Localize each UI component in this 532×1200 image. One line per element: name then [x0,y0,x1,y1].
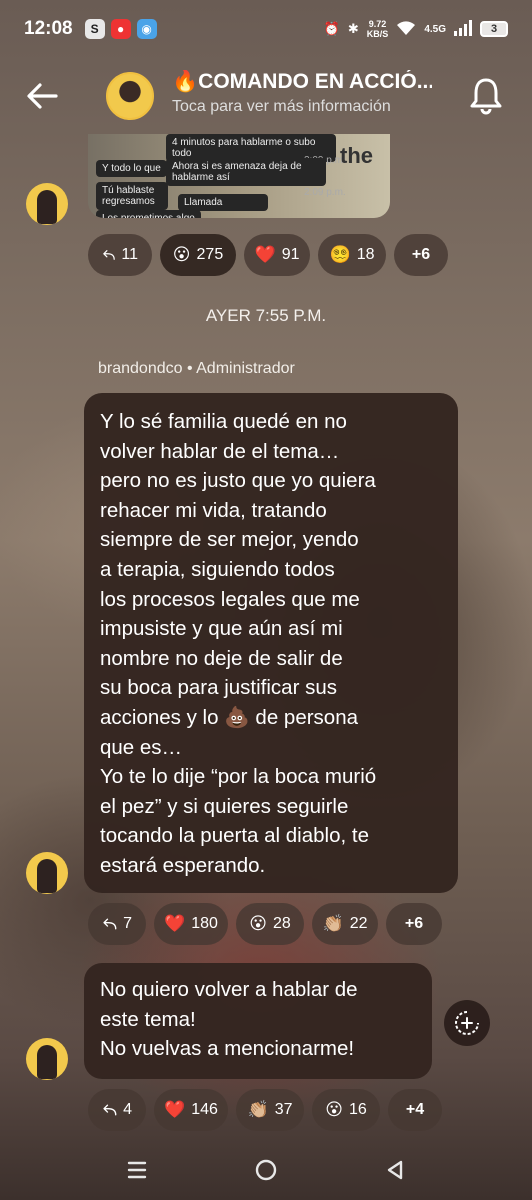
reply-count-button[interactable]: 11 [88,234,152,276]
surprised-emoji-icon: 😮 [172,245,191,264]
reaction-button[interactable]: 😮 16 [312,1089,380,1131]
dizzy-emoji-icon: 😵‍💫 [329,245,351,264]
avatar[interactable] [26,1038,68,1080]
group-avatar[interactable] [106,72,154,120]
reactions-row: 7 ❤️ 180 😮 28 👏🏼 22 +6 [88,903,442,945]
battery-icon: 3 [480,21,508,37]
wifi-icon [396,20,416,39]
add-emoji-icon [455,1011,479,1035]
message-line: estará esperando. [100,853,266,877]
reaction-button[interactable]: 😮 28 [236,903,304,945]
net-speed: 9.72 KB/S [366,19,389,39]
more-reactions-button[interactable]: +6 [386,903,442,945]
message-line: Yo te lo dije “por la boca murió [100,765,377,789]
reaction-button[interactable]: 😵‍💫 18 [318,234,386,276]
message-line: siempre de ser mejor, yendo [100,528,359,552]
status-bar: 12:08 S ● ◉ ⏰ ✱ 9.72 KB/S 4.5G 3 [0,0,532,58]
reaction-button[interactable]: ❤️ 180 [154,903,228,945]
image-message[interactable]: 4 minutos para hablarme o subo todo 2:09… [88,134,390,218]
surprised-emoji-icon: 😮 [249,914,267,933]
message-bubble[interactable]: Y lo sé familia quedé en no volver habla… [84,393,458,893]
message-line: No vuelvas a mencionarme! [100,1037,355,1061]
back-arrow-icon[interactable] [22,76,62,116]
chat-title[interactable]: 🔥COMANDO EN ACCIÓ... [172,70,432,94]
image-text: Ahora si es amenaza deja de hablarme así [166,158,326,186]
message-line: pero no es justo que yo quiera [100,469,376,493]
back-triangle-icon[interactable] [384,1159,406,1181]
reply-icon [103,250,115,260]
avatar[interactable] [26,183,68,225]
message-line: Y lo sé familia quedé en no [100,410,347,433]
reaction-button[interactable]: ❤️ 146 [154,1089,228,1131]
chat-header: 🔥COMANDO EN ACCIÓ... Toca para ver más i… [0,58,532,134]
reactions-row: 4 ❤️ 146 👏🏼 37 😮 16 +4 [88,1089,442,1131]
clap-emoji-icon: 👏🏼 [322,914,344,933]
add-reaction-button[interactable] [444,1000,490,1046]
reply-count-button[interactable]: 4 [88,1089,146,1131]
reactions-row: 11 😮 275 ❤️ 91 😵‍💫 18 +6 [88,234,448,276]
image-text: Los prometimos algo [96,210,201,218]
message-line: su boca para justificar sus [100,676,338,700]
bell-icon[interactable] [468,76,504,116]
app-notification-icon: ◉ [136,19,157,39]
reply-count-button[interactable]: 7 [88,903,146,945]
message-line: a terapia, siguiendo todos [100,557,335,581]
message-line: acciones y lo 💩 de persona [100,705,359,729]
message-line: volver hablar de el tema… [100,439,340,463]
message-line: rehacer mi vida, tratando [100,498,327,522]
message-line: que es… [100,735,183,759]
system-nav-bar [0,1140,532,1200]
message-line: tocando la puerta al diablo, te [100,824,369,848]
reaction-button[interactable]: ❤️ 91 [244,234,310,276]
message-bubble[interactable]: No quiero volver a hablar de este tema! … [84,963,432,1079]
message-line: los procesos legales que me [100,587,360,611]
clap-emoji-icon: 👏🏼 [247,1100,269,1119]
message-line: No quiero volver a hablar de [100,978,358,1001]
clock: 12:08 [24,18,73,39]
message-line: nombre no deje de salir de [100,646,343,670]
alarm-icon: ⏰ [323,21,340,36]
heart-emoji-icon: ❤️ [164,1100,186,1119]
more-reactions-button[interactable]: +4 [388,1089,442,1131]
app-notification-icon: S [84,19,105,39]
network-type: 4.5G [424,23,446,35]
reply-icon [103,1104,117,1116]
chat-subtitle[interactable]: Toca para ver más información [172,98,391,116]
message-line: impusiste y que aún así mi [100,617,343,641]
reaction-button[interactable]: 😮 275 [160,234,236,276]
image-text: the [340,143,373,168]
date-separator: AYER 7:55 P.M. [205,306,327,325]
image-text: Llamada [178,194,268,211]
message-line: este tema! [100,1007,196,1031]
heart-emoji-icon: ❤️ [164,914,186,933]
image-text: Y todo lo que [96,160,167,177]
app-notification-icon: ● [110,19,131,39]
avatar[interactable] [26,852,68,894]
more-reactions-button[interactable]: +6 [394,234,448,276]
sender-name[interactable]: brandondco • Administrador [98,360,295,378]
surprised-emoji-icon: 😮 [325,1100,343,1119]
home-circle-icon[interactable] [254,1158,278,1182]
message-line: el pez” y si quieres seguirle [100,794,349,818]
reaction-button[interactable]: 👏🏼 37 [236,1089,304,1131]
signal-icon [454,19,472,39]
heart-emoji-icon: ❤️ [254,245,276,264]
image-text: Tú hablaste regresamos [96,182,168,210]
reaction-button[interactable]: 👏🏼 22 [312,903,378,945]
reply-icon [103,918,117,930]
bluetooth-icon: ✱ [347,21,359,36]
recents-menu-icon[interactable] [126,1159,148,1181]
image-text: 2:09 p.m. [304,187,346,198]
status-icons: ⏰ ✱ 9.72 KB/S 4.5G 3 [324,19,508,39]
